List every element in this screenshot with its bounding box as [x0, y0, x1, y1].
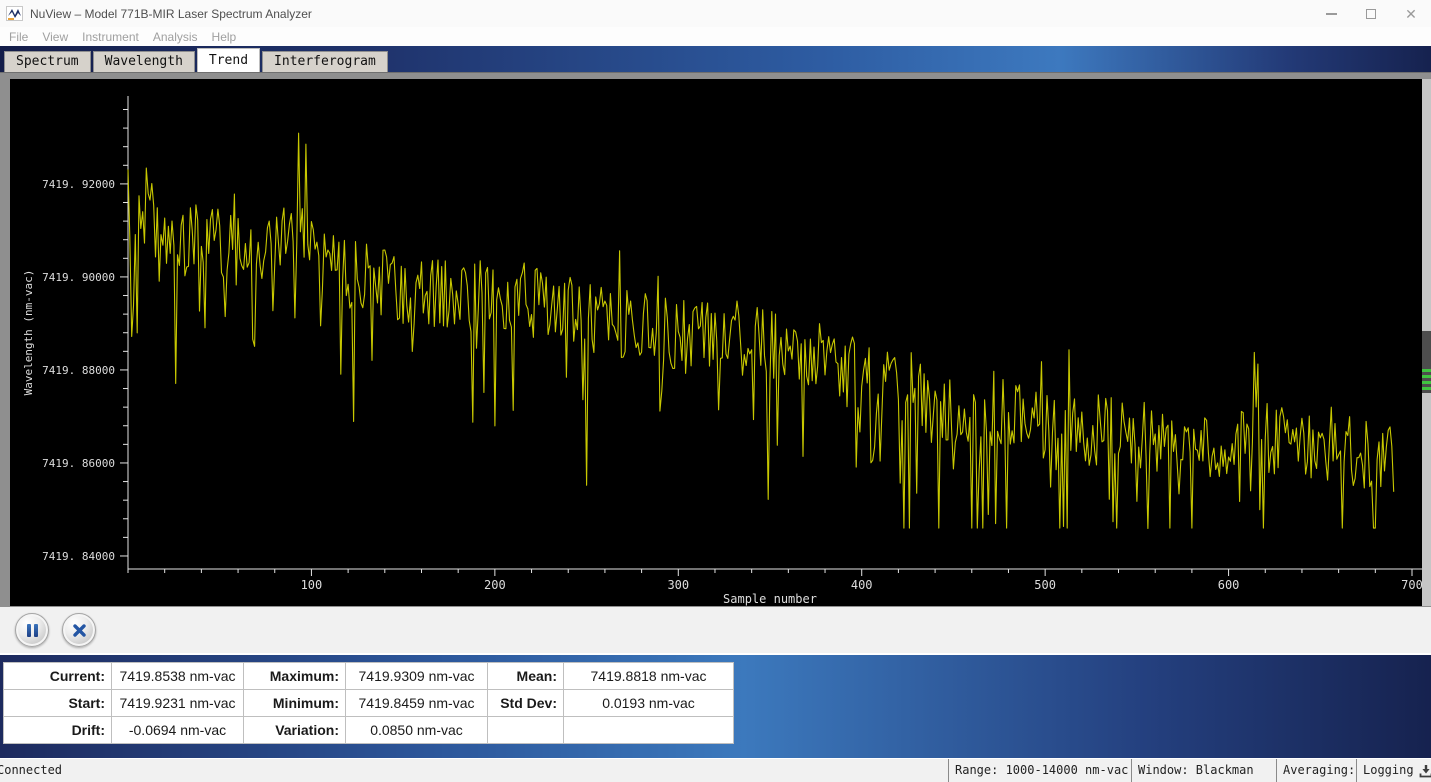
stat-label-maximum: Maximum: — [244, 663, 346, 690]
stat-value-start: 7419.9231 nm-vac — [112, 690, 244, 717]
stat-label-drift: Drift: — [4, 717, 112, 744]
close-button[interactable]: ✕ — [1391, 0, 1431, 27]
status-bar: Connected Range: 1000-14000 nm-vac Windo… — [0, 758, 1431, 782]
pause-icon — [27, 624, 38, 637]
stat-label-current: Current: — [4, 663, 112, 690]
svg-text:7419. 88000: 7419. 88000 — [42, 364, 115, 377]
stats-table: Current: 7419.8538 nm-vac Maximum: 7419.… — [3, 662, 734, 744]
title-bar: NuView – Model 771B-MIR Laser Spectrum A… — [0, 0, 1431, 27]
status-logging[interactable]: Logging — [1356, 759, 1431, 782]
minimize-icon — [1326, 13, 1337, 15]
status-range: Range: 1000-14000 nm-vac — [948, 759, 1131, 782]
svg-text:400: 400 — [851, 578, 873, 592]
stat-label-start: Start: — [4, 690, 112, 717]
tab-interferogram[interactable]: Interferogram — [262, 51, 388, 72]
app-window: NuView – Model 771B-MIR Laser Spectrum A… — [0, 0, 1431, 782]
stats-band: Current: 7419.8538 nm-vac Maximum: 7419.… — [0, 654, 1431, 758]
stat-value-drift: -0.0694 nm-vac — [112, 717, 244, 744]
menu-analysis[interactable]: Analysis — [146, 30, 205, 44]
svg-text:100: 100 — [301, 578, 323, 592]
maximize-icon — [1366, 9, 1376, 19]
tab-spectrum[interactable]: Spectrum — [4, 51, 91, 72]
stat-label-minimum: Minimum: — [244, 690, 346, 717]
stat-value-mean: 7419.8818 nm-vac — [564, 663, 734, 690]
tab-trend[interactable]: Trend — [197, 48, 260, 72]
svg-text:Sample number: Sample number — [723, 592, 817, 606]
menu-instrument[interactable]: Instrument — [75, 30, 146, 44]
tab-row: Spectrum Wavelength Trend Interferogram — [4, 48, 388, 72]
svg-text:200: 200 — [484, 578, 506, 592]
menu-help[interactable]: Help — [205, 30, 244, 44]
logging-download-icon — [1419, 764, 1431, 778]
trend-chart[interactable]: 7419. 84000 7419. 86000 7419. 88000 7419. 9… — [10, 79, 1422, 606]
status-panels: Range: 1000-14000 nm-vac Window: Blackma… — [948, 759, 1431, 782]
menu-file[interactable]: File — [2, 30, 35, 44]
acquisition-controls — [0, 607, 1431, 654]
connection-status: Connected — [0, 763, 62, 777]
stat-label-mean: Mean: — [488, 663, 564, 690]
chart-container: 7419. 84000 7419. 86000 7419. 88000 7419. 9… — [0, 72, 1431, 607]
chart-scrollbar[interactable] — [1422, 79, 1431, 606]
table-row: Start: 7419.9231 nm-vac Minimum: 7419.84… — [4, 690, 734, 717]
stat-value-minimum: 7419.8459 nm-vac — [346, 690, 488, 717]
stat-value-current: 7419.8538 nm-vac — [112, 663, 244, 690]
stat-value-variation: 0.0850 nm-vac — [346, 717, 488, 744]
minimize-button[interactable] — [1311, 0, 1351, 27]
tab-strip: Spectrum Wavelength Trend Interferogram — [0, 46, 1431, 72]
pause-button[interactable] — [15, 613, 49, 647]
svg-text:700: 700 — [1401, 578, 1422, 592]
svg-text:7419. 90000: 7419. 90000 — [42, 271, 115, 284]
table-row: Drift: -0.0694 nm-vac Variation: 0.0850 … — [4, 717, 734, 744]
table-row: Current: 7419.8538 nm-vac Maximum: 7419.… — [4, 663, 734, 690]
stat-value-stddev: 0.0193 nm-vac — [564, 690, 734, 717]
close-icon: ✕ — [1405, 7, 1417, 21]
svg-text:300: 300 — [667, 578, 689, 592]
tab-wavelength[interactable]: Wavelength — [93, 51, 195, 72]
stat-label-variation: Variation: — [244, 717, 346, 744]
menu-view[interactable]: View — [35, 30, 75, 44]
chart-scrollbar-thumb[interactable] — [1422, 331, 1431, 393]
window-controls: ✕ — [1311, 0, 1431, 27]
svg-text:600: 600 — [1218, 578, 1240, 592]
stat-label-empty — [488, 717, 564, 744]
maximize-button[interactable] — [1351, 0, 1391, 27]
svg-text:7419. 84000: 7419. 84000 — [42, 550, 115, 563]
menu-bar: File View Instrument Analysis Help — [0, 27, 1431, 46]
stat-value-maximum: 7419.9309 nm-vac — [346, 663, 488, 690]
scrollbar-grip-icon — [1422, 369, 1431, 391]
svg-text:7419. 92000: 7419. 92000 — [42, 178, 115, 191]
svg-text:500: 500 — [1034, 578, 1056, 592]
status-averaging: Averaging: Of — [1276, 759, 1356, 782]
stat-label-stddev: Std Dev: — [488, 690, 564, 717]
svg-text:Wavelength (nm-vac): Wavelength (nm-vac) — [22, 270, 35, 396]
stop-x-icon — [72, 623, 87, 638]
stop-button[interactable] — [62, 613, 96, 647]
stat-value-empty — [564, 717, 734, 744]
status-window: Window: Blackman — [1131, 759, 1276, 782]
app-logo-icon — [6, 6, 23, 22]
window-title: NuView – Model 771B-MIR Laser Spectrum A… — [30, 7, 312, 21]
svg-text:7419. 86000: 7419. 86000 — [42, 457, 115, 470]
